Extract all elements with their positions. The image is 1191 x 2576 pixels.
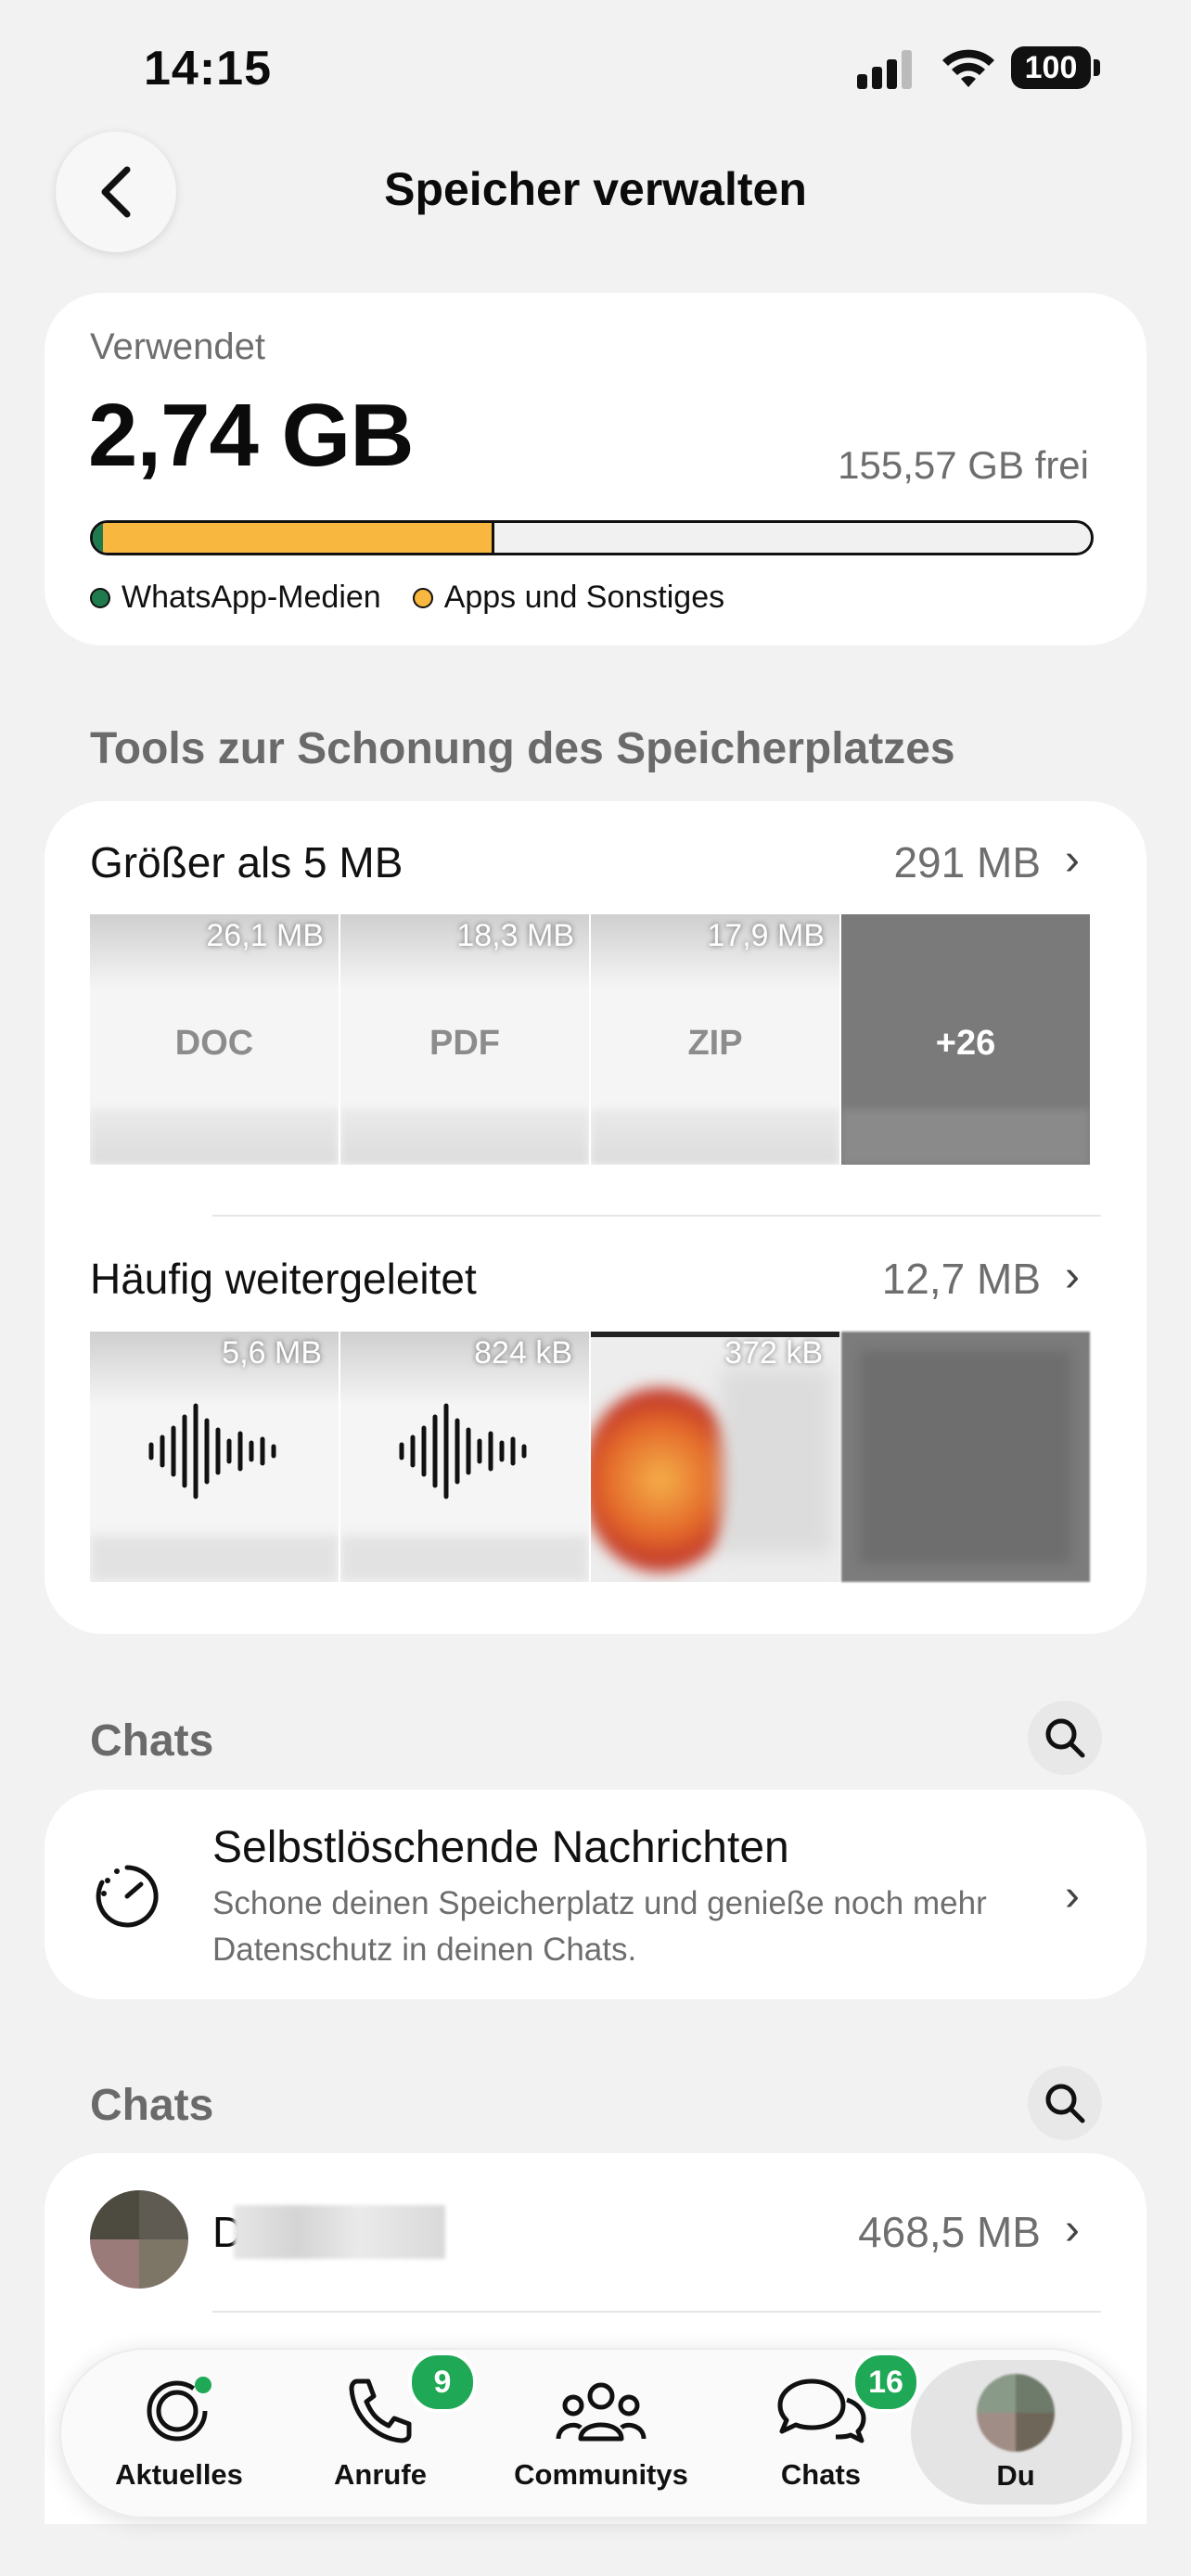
- storage-bar: [90, 520, 1094, 555]
- avatar: [977, 2374, 1055, 2452]
- tab-aktuelles[interactable]: Aktuelles: [100, 2374, 258, 2492]
- file-type: PDF: [429, 1024, 500, 1063]
- used-value: 2,74 GB: [88, 386, 415, 485]
- file-size: 18,3 MB: [456, 918, 574, 953]
- forwarded-value: 12,7 MB: [881, 1255, 1041, 1303]
- chevron-right-icon: ›: [1065, 835, 1080, 885]
- chevron-right-icon: ›: [1065, 1871, 1080, 1920]
- disappearing-title: Selbstlöschende Nachrichten: [212, 1823, 789, 1872]
- battery-icon: 100: [1011, 45, 1104, 93]
- file-tile-doc[interactable]: 26,1 MB DOC: [90, 914, 339, 1165]
- forwarded-tile-audio[interactable]: 5,6 MB: [90, 1332, 339, 1582]
- tab-label: Chats: [780, 2458, 862, 2491]
- forwarded-tile-document[interactable]: [841, 1332, 1090, 1582]
- file-type: DOC: [174, 1024, 254, 1063]
- legend-dot-apps: [412, 587, 433, 608]
- used-label: Verwendet: [90, 326, 266, 367]
- divider: [212, 1215, 1101, 1217]
- tab-label: Anrufe: [334, 2458, 427, 2491]
- file-size: 824 kB: [474, 1335, 572, 1371]
- file-tile-zip[interactable]: 17,9 MB ZIP: [591, 914, 839, 1165]
- chat-name-redacted: [234, 2205, 445, 2259]
- file-type: ZIP: [687, 1024, 743, 1063]
- tab-label: Aktuelles: [115, 2458, 243, 2491]
- search-icon: [1045, 2084, 1085, 2123]
- chats-badge: 16: [852, 2352, 920, 2413]
- larger-than-label: Größer als 5 MB: [90, 838, 403, 886]
- forwarded-tile-audio[interactable]: 824 kB: [340, 1332, 589, 1582]
- legend-label-whatsapp: WhatsApp-Medien: [122, 580, 381, 615]
- chats-section-title: Chats: [90, 1716, 214, 1766]
- more-files-count: +26: [935, 1024, 996, 1063]
- search-button[interactable]: [1028, 1701, 1102, 1775]
- avatar: [90, 2190, 188, 2289]
- status-time: 14:15: [144, 42, 272, 96]
- timer-icon: [96, 1865, 159, 1928]
- forwarded-tile-image[interactable]: 372 kB: [591, 1332, 839, 1582]
- storage-bar-whatsapp-segment: [93, 523, 103, 553]
- storage-legend: WhatsApp-Medien Apps und Sonstiges: [90, 580, 724, 616]
- tab-label: Du: [996, 2459, 1035, 2492]
- tab-du[interactable]: Du: [955, 2374, 1076, 2493]
- file-size: 372 kB: [724, 1335, 823, 1371]
- search-button[interactable]: [1028, 2066, 1102, 2140]
- legend-dot-whatsapp: [90, 587, 110, 608]
- search-icon: [1045, 1718, 1085, 1758]
- file-size: 26,1 MB: [206, 918, 324, 953]
- larger-than-value: 291 MB: [893, 838, 1041, 886]
- calls-badge: 9: [408, 2352, 477, 2413]
- status-icon: [147, 2377, 211, 2442]
- phone-icon: [349, 2378, 412, 2443]
- signal-icon: [857, 50, 912, 89]
- divider: [212, 2311, 1101, 2313]
- legend-label-apps: Apps und Sonstiges: [443, 580, 725, 615]
- chevron-right-icon: ›: [1065, 1252, 1080, 1301]
- file-size: 17,9 MB: [707, 918, 825, 953]
- disappearing-subtitle: Schone deinen Speicherplatz und genieße …: [212, 1885, 987, 1968]
- tab-communitys[interactable]: Communitys: [508, 2374, 694, 2492]
- audio-waveform-icon: [148, 1403, 276, 1499]
- battery-level: 100: [1011, 46, 1091, 89]
- chat-size: 468,5 MB: [858, 2208, 1041, 2256]
- free-value: 155,57 GB frei: [838, 443, 1089, 487]
- communities-icon: [556, 2382, 647, 2442]
- chats-list-title: Chats: [90, 2081, 214, 2130]
- tab-label: Communitys: [514, 2458, 688, 2491]
- tools-section-title: Tools zur Schonung des Speicherplatzes: [90, 724, 955, 773]
- storage-bar-apps-segment: [102, 523, 495, 553]
- wifi-icon: [942, 49, 994, 87]
- file-tile-more[interactable]: +26: [841, 914, 1090, 1165]
- file-size: 5,6 MB: [222, 1335, 322, 1371]
- file-tile-pdf[interactable]: 18,3 MB PDF: [340, 914, 589, 1165]
- page-title: Speicher verwalten: [384, 163, 807, 215]
- chevron-right-icon: ›: [1065, 2205, 1080, 2254]
- forwarded-label: Häufig weitergeleitet: [90, 1255, 477, 1303]
- audio-waveform-icon: [399, 1403, 527, 1499]
